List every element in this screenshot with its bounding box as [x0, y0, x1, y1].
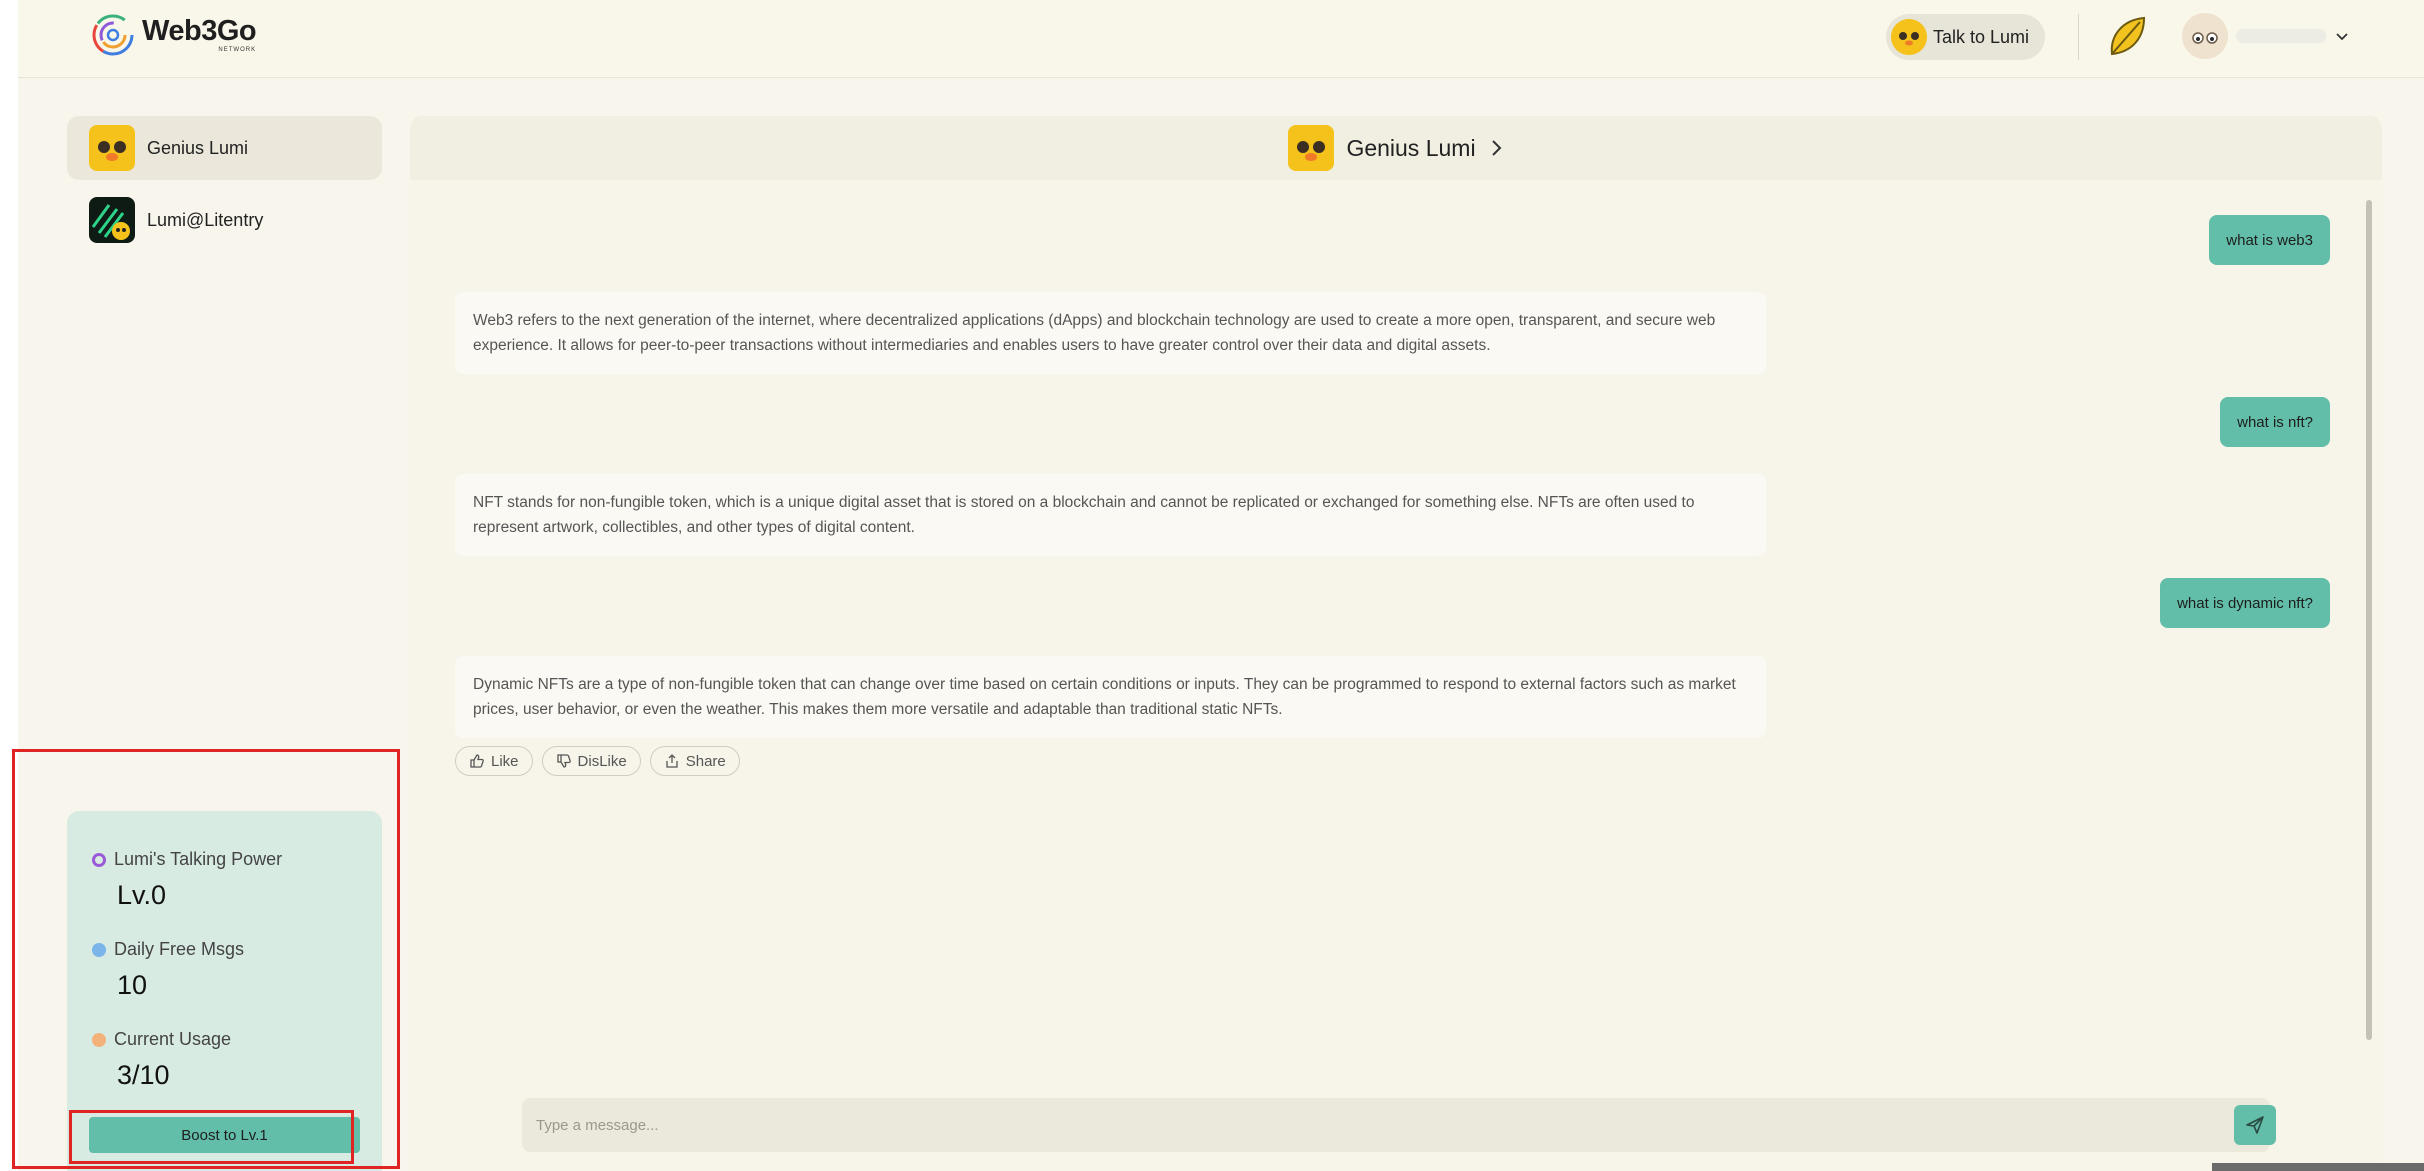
share-button[interactable]: Share — [649, 746, 740, 776]
lumi-avatar — [1891, 19, 1927, 55]
header-divider — [2078, 14, 2079, 60]
sidebar-item-lumi-litentry[interactable]: Lumi@Litentry — [67, 188, 382, 252]
lumi-face-icon — [1891, 19, 1927, 55]
sidebar-item-label: Genius Lumi — [147, 137, 249, 158]
message-composer — [522, 1098, 2276, 1152]
lumi-face-icon — [1288, 125, 1335, 171]
brand-subtitle: NETWORK — [218, 47, 257, 53]
send-button[interactable] — [2234, 1105, 2276, 1145]
chevron-right-icon — [1491, 140, 1501, 156]
chat-panel: Genius Lumi what is web3 Web3 refers to … — [410, 116, 2382, 1171]
share-label: Share — [685, 752, 726, 770]
like-button[interactable]: Like — [455, 746, 533, 776]
genius-lumi-avatar — [89, 125, 135, 171]
sidebar-item-genius-lumi[interactable]: Genius Lumi — [67, 116, 382, 180]
dislike-button[interactable]: DisLike — [541, 746, 641, 776]
top-bar: Web3Go NETWORK Talk to Lumi — [18, 0, 2424, 78]
like-label: Like — [491, 752, 519, 770]
talk-to-lumi-label: Talk to Lumi — [1933, 26, 2030, 47]
user-menu[interactable] — [2182, 13, 2350, 59]
thumbs-up-icon — [470, 754, 484, 768]
user-message: what is web3 — [2209, 215, 2330, 265]
sidebar-item-label: Lumi@Litentry — [147, 209, 264, 230]
lumi-face-icon — [89, 125, 135, 171]
brand-name: Web3Go — [142, 15, 257, 47]
bot-message: Dynamic NFTs are a type of non-fungible … — [455, 656, 1766, 738]
chat-header-avatar — [1288, 125, 1335, 171]
talk-to-lumi-button[interactable]: Talk to Lumi — [1886, 14, 2045, 60]
highlight-box — [12, 749, 400, 1169]
chat-scrollbar[interactable] — [2366, 180, 2374, 1171]
highlight-box-boost — [69, 1110, 354, 1164]
share-icon — [666, 754, 678, 768]
send-icon — [2246, 1116, 2264, 1134]
leaf-icon[interactable] — [2106, 14, 2148, 58]
message-actions: Like DisLike Share — [455, 746, 740, 776]
user-message: what is dynamic nft? — [2160, 578, 2330, 628]
chevron-down-icon — [2336, 33, 2348, 41]
chat-title: Genius Lumi — [1346, 134, 1476, 161]
user-avatar-icon — [2182, 13, 2228, 59]
chat-scrollbar-thumb[interactable] — [2366, 200, 2372, 1040]
message-input[interactable] — [522, 1098, 2202, 1152]
litentry-avatar-icon — [89, 197, 135, 243]
lumi-litentry-avatar — [89, 197, 135, 243]
chat-header[interactable]: Genius Lumi — [410, 116, 2382, 180]
user-name-redacted — [2236, 29, 2326, 43]
thumbs-down-icon — [556, 754, 571, 768]
dislike-label: DisLike — [577, 752, 627, 770]
web3go-logo-icon — [92, 14, 134, 56]
brand-logo[interactable]: Web3Go NETWORK — [90, 12, 257, 58]
bot-message: NFT stands for non-fungible token, which… — [455, 474, 1766, 556]
user-avatar — [2182, 13, 2228, 59]
bottom-edge-bar — [2212, 1163, 2424, 1171]
user-message: what is nft? — [2220, 397, 2330, 447]
bot-message: Web3 refers to the next generation of th… — [455, 292, 1766, 374]
